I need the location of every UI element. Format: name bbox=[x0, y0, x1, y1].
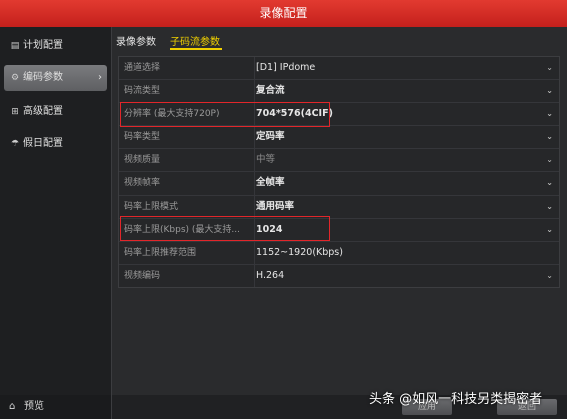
sidebar-item-label: 假日配置 bbox=[23, 138, 63, 149]
setting-value: 1024 bbox=[256, 223, 283, 235]
setting-label: 视频质量 bbox=[119, 149, 255, 172]
tab-record-params[interactable]: 录像参数 bbox=[116, 33, 156, 48]
table-row: 分辨率 (最大支持720P) 704*576(4CIF) ⌄ bbox=[119, 103, 559, 127]
sidebar-item-encoding[interactable]: ⚙ 编码参数 › bbox=[4, 65, 107, 91]
setting-label: 码率类型 bbox=[119, 126, 255, 149]
setting-value: 全帧率 bbox=[256, 177, 285, 189]
preview-button[interactable]: ⌂ 预览 bbox=[0, 395, 111, 419]
setting-label: 视频编码 bbox=[119, 264, 255, 287]
settings-icon: ⚙ bbox=[10, 73, 20, 83]
table-row: 码率上限(Kbps) (最大支持... 1024 ⌄ bbox=[119, 218, 559, 242]
chevron-down-icon: ⌄ bbox=[546, 155, 553, 165]
preview-label: 预览 bbox=[24, 401, 44, 412]
active-tab-indicator bbox=[170, 48, 222, 50]
setting-label: 码流类型 bbox=[119, 80, 255, 103]
video-quality-select[interactable]: 中等 ⌄ bbox=[250, 149, 559, 171]
setting-value: H.264 bbox=[256, 269, 285, 281]
resolution-select[interactable]: 704*576(4CIF) ⌄ bbox=[250, 103, 559, 125]
bitrate-limit-mode-select[interactable]: 通用码率 ⌄ bbox=[250, 196, 559, 218]
bitrate-type-select[interactable]: 定码率 ⌄ bbox=[250, 126, 559, 148]
stream-type-select[interactable]: 复合流 ⌄ bbox=[250, 80, 559, 102]
setting-label: 通道选择 bbox=[119, 57, 255, 80]
calendar-icon: ▤ bbox=[10, 41, 20, 51]
recommended-range-value: 1152~1920(Kbps) bbox=[250, 242, 559, 264]
sidebar-item-label: 高级配置 bbox=[23, 106, 63, 117]
setting-value: 704*576(4CIF) bbox=[256, 108, 333, 120]
chevron-down-icon: ⌄ bbox=[546, 63, 553, 72]
table-row: 视频编码 H.264 ⌄ bbox=[119, 264, 559, 287]
chevron-down-icon: ⌄ bbox=[546, 132, 553, 142]
setting-label: 码率上限(Kbps) (最大支持... bbox=[119, 218, 255, 241]
setting-label: 分辨率 (最大支持720P) bbox=[119, 103, 255, 126]
setting-value: 通用码率 bbox=[256, 200, 295, 212]
setting-value: [D1] IPdome bbox=[256, 62, 316, 73]
setting-value: 1152~1920(Kbps) bbox=[256, 246, 343, 258]
frame-rate-select[interactable]: 全帧率 ⌄ bbox=[250, 172, 559, 194]
setting-value: 中等 bbox=[256, 154, 276, 166]
table-row: 视频质量 中等 ⌄ bbox=[119, 149, 559, 173]
chevron-down-icon: ⌄ bbox=[546, 224, 553, 234]
chevron-down-icon: ⌄ bbox=[546, 86, 553, 96]
holiday-icon: ☂ bbox=[10, 139, 20, 149]
chevron-down-icon: ⌄ bbox=[546, 201, 553, 211]
watermark-text: 头条 @如风一科技另类揭密者 bbox=[369, 392, 543, 407]
chevron-down-icon: ⌄ bbox=[546, 178, 553, 188]
sidebar-item-holiday[interactable]: ☂ 假日配置 bbox=[0, 131, 111, 157]
chevron-down-icon: ⌄ bbox=[546, 109, 553, 119]
table-row: 码流类型 复合流 ⌄ bbox=[119, 80, 559, 104]
settings-table: 通道选择 [D1] IPdome ⌄ 码流类型 复合流 ⌄ 分辨率 (最大支持720… bbox=[118, 56, 560, 288]
setting-label: 视频帧率 bbox=[119, 172, 255, 195]
chevron-right-icon: › bbox=[98, 72, 102, 83]
sidebar-item-label: 计划配置 bbox=[23, 40, 63, 51]
tab-substream-params[interactable]: 子码流参数 bbox=[170, 33, 220, 48]
table-row: 码率类型 定码率 ⌄ bbox=[119, 126, 559, 150]
table-row: 视频帧率 全帧率 ⌄ bbox=[119, 172, 559, 196]
table-row: 码率上限模式 通用码率 ⌄ bbox=[119, 195, 559, 219]
sidebar-item-advanced[interactable]: ⊞ 高级配置 bbox=[0, 99, 111, 125]
bitrate-limit-select[interactable]: 1024 ⌄ bbox=[250, 219, 559, 241]
setting-label: 码率上限模式 bbox=[119, 195, 255, 218]
video-codec-select[interactable]: H.264 ⌄ bbox=[250, 265, 559, 287]
sidebar-item-schedule[interactable]: ▤ 计划配置 bbox=[0, 33, 111, 59]
channel-select[interactable]: [D1] IPdome ⌄ bbox=[250, 57, 559, 79]
chevron-down-icon: ⌄ bbox=[546, 270, 553, 280]
table-row: 通道选择 [D1] IPdome ⌄ bbox=[119, 57, 559, 81]
setting-value: 定码率 bbox=[256, 131, 285, 143]
setting-value: 复合流 bbox=[256, 85, 285, 97]
home-icon: ⌂ bbox=[9, 401, 16, 412]
sidebar-item-label: 编码参数 bbox=[23, 72, 63, 83]
sidebar: ▤ 计划配置 ⚙ 编码参数 › ⊞ 高级配置 ☂ 假日配置 bbox=[0, 27, 112, 419]
advanced-icon: ⊞ bbox=[11, 107, 19, 117]
table-row: 码率上限推荐范围 1152~1920(Kbps) bbox=[119, 241, 559, 265]
setting-label: 码率上限推荐范围 bbox=[119, 241, 255, 264]
window-title: 录像配置 bbox=[0, 0, 567, 27]
